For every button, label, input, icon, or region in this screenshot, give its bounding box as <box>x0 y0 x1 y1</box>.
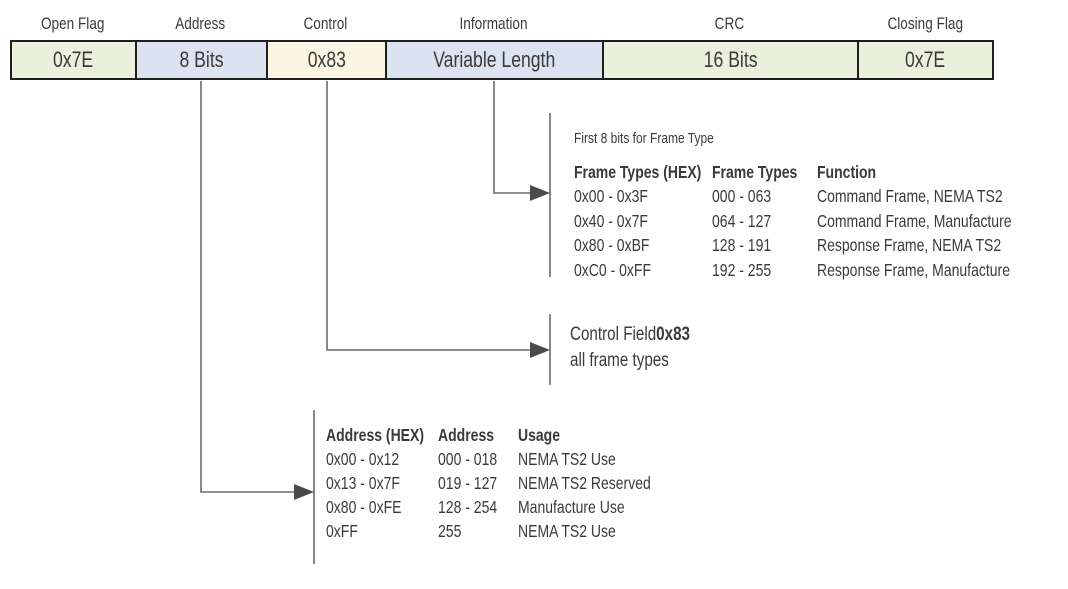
address-usage: NEMA TS2 Reserved <box>518 473 651 493</box>
control-note-line2: all frame types <box>570 350 669 371</box>
frame-type-hex: 0xC0 - 0xFF <box>574 260 652 280</box>
address-connector <box>200 81 296 493</box>
control-note-value: 0x83 <box>656 324 690 345</box>
frame-type-function: Command Frame, Manufacture <box>817 211 1012 231</box>
control-note-line1: Control Field 0x83 <box>570 324 720 346</box>
address-header: Address <box>438 425 495 445</box>
frame-type-function: Response Frame, Manufacture <box>817 260 1010 280</box>
frame-type-caption: First 8 bits for Frame Type <box>574 130 714 147</box>
control-connector <box>326 81 532 351</box>
control-arrow-icon <box>530 342 550 358</box>
frame-type-function: Response Frame, NEMA TS2 <box>817 235 1002 255</box>
address-usage: Manufacture Use <box>518 497 625 517</box>
address-hex: 0x00 - 0x12 <box>326 449 400 469</box>
address-dec: 019 - 127 <box>438 473 498 493</box>
address-dec: 000 - 018 <box>438 449 498 469</box>
address-dec: 128 - 254 <box>438 497 498 517</box>
frame-type-dec: 000 - 063 <box>712 186 772 206</box>
address-hex: 0x13 - 0x7F <box>326 473 400 493</box>
address-arrow-icon <box>294 484 314 500</box>
information-connector <box>493 81 532 194</box>
frame-types-hex-header: Frame Types (HEX) <box>574 162 702 182</box>
function-header: Function <box>817 162 877 182</box>
address-usage: NEMA TS2 Use <box>518 449 616 469</box>
address-usage: NEMA TS2 Use <box>518 521 616 541</box>
usage-header: Usage <box>518 425 561 445</box>
control-note-prefix: Control Field <box>570 324 657 345</box>
frame-type-dec: 064 - 127 <box>712 211 772 231</box>
address-dec: 255 <box>438 521 462 541</box>
frame-type-hex: 0x00 - 0x3F <box>574 186 648 206</box>
frame-types-header: Frame Types <box>712 162 798 182</box>
frame-type-function: Command Frame, NEMA TS2 <box>817 186 1003 206</box>
frame-type-dec: 128 - 191 <box>712 235 772 255</box>
frame-type-hex: 0x40 - 0x7F <box>574 211 648 231</box>
address-hex: 0xFF <box>326 521 358 541</box>
information-arrow-icon <box>530 185 550 201</box>
frame-type-dec: 192 - 255 <box>712 260 772 280</box>
frame-type-hex: 0x80 - 0xBF <box>574 235 650 255</box>
address-hex-header: Address (HEX) <box>326 425 425 445</box>
address-hex: 0x80 - 0xFE <box>326 497 402 517</box>
